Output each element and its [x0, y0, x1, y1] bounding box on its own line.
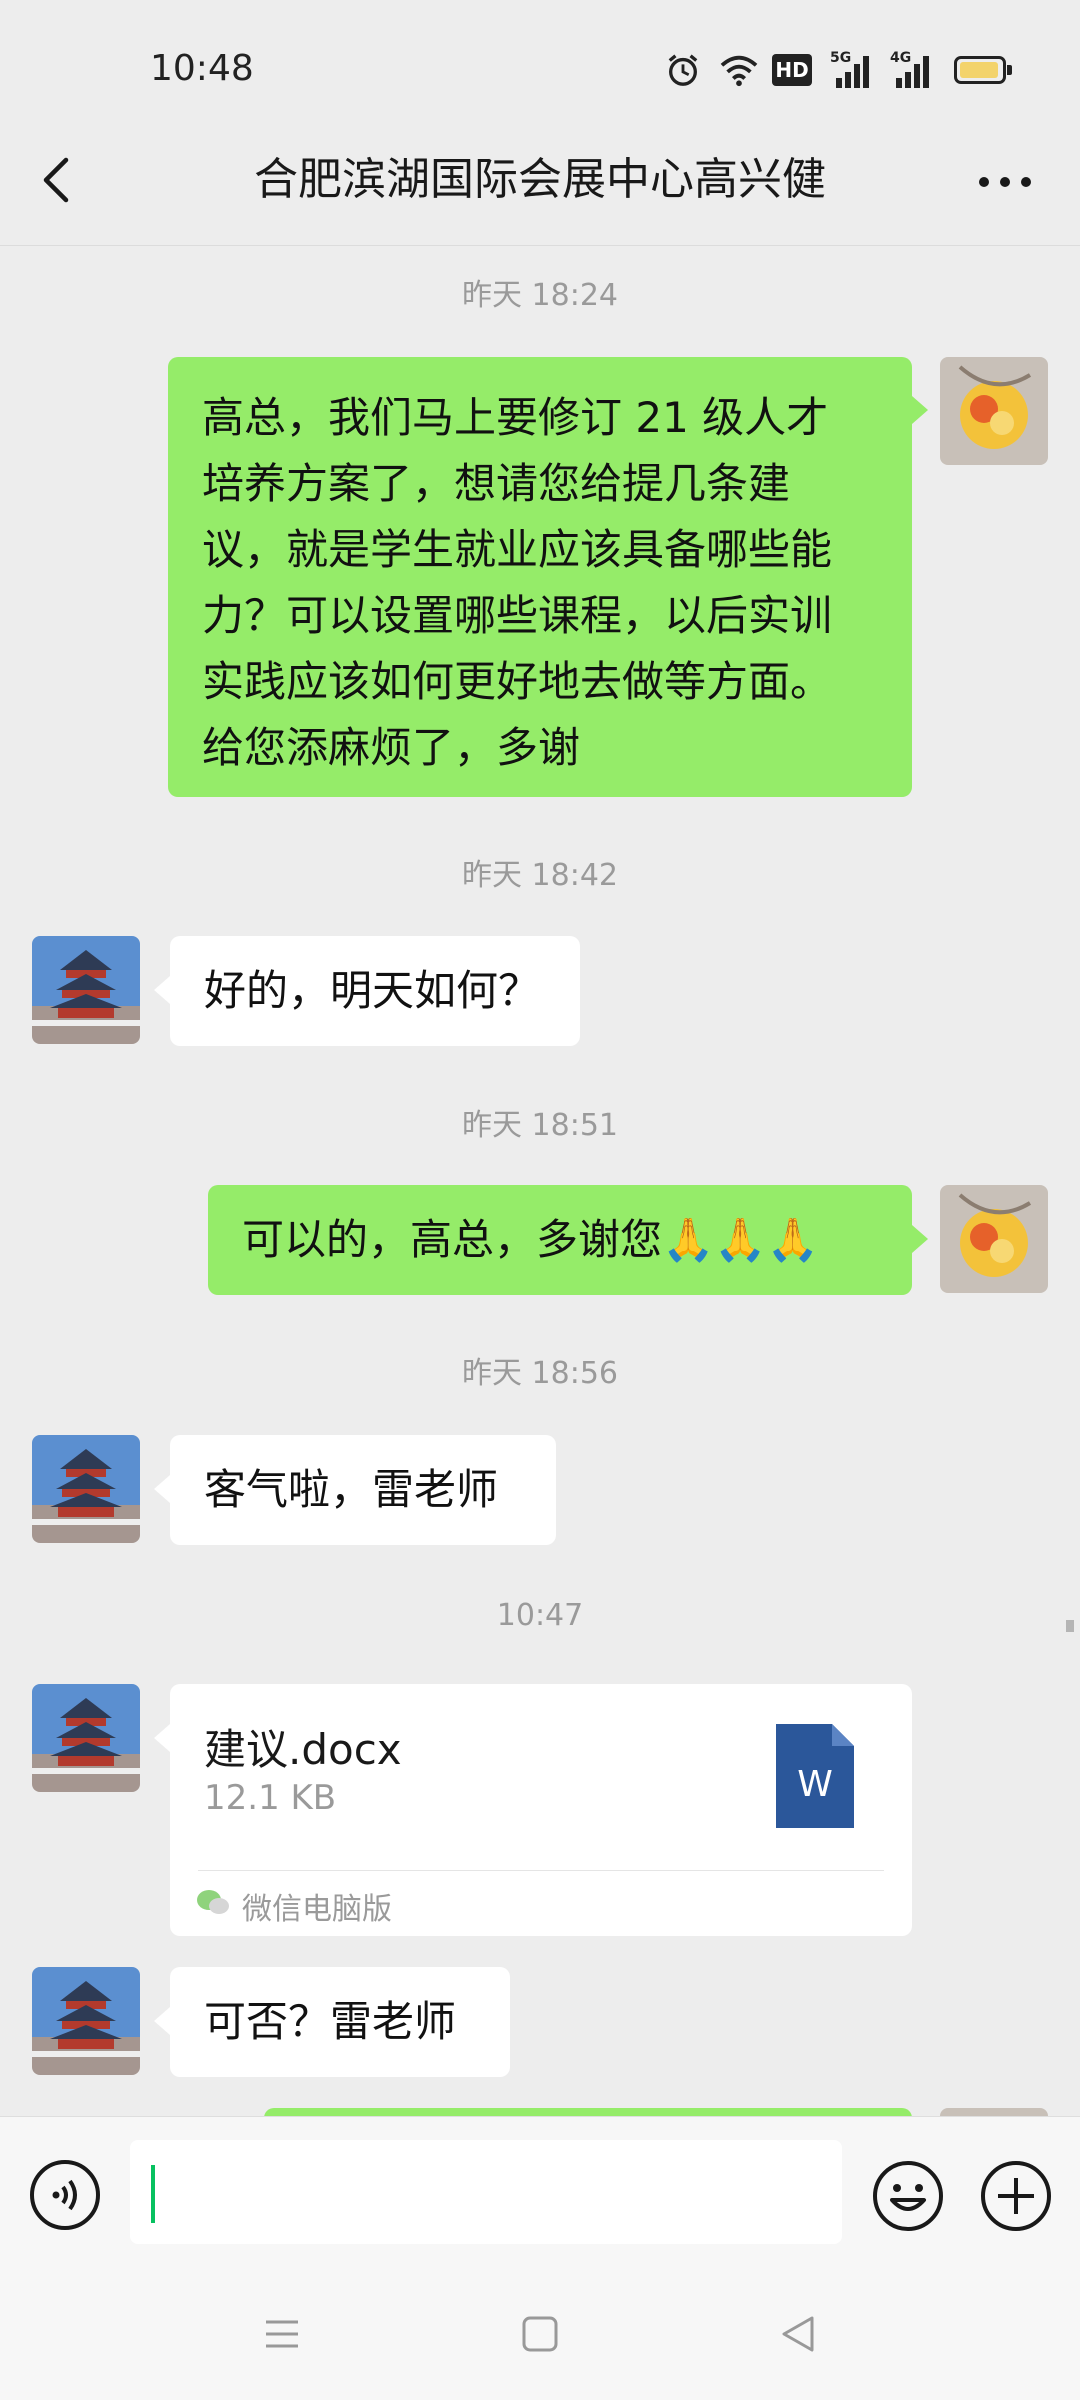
message-line: 客气啦，雷老师: [204, 1465, 499, 1514]
home-icon[interactable]: [520, 2314, 560, 2354]
file-size: 12.1 KB: [204, 1778, 337, 1818]
message-bubble-me[interactable]: 高总，我们马上要修订 21 级人才 培养方案了，想请您给提几条建 议，就是学生就…: [168, 357, 912, 797]
message-input[interactable]: [130, 2140, 842, 2244]
message-bubble-contact[interactable]: 可否？雷老师: [170, 1967, 510, 2077]
message-line: 议，就是学生就业应该具备哪些能: [202, 525, 833, 574]
scrollbar[interactable]: [1066, 1620, 1074, 1632]
wifi-icon: [720, 55, 758, 87]
bubble-tail: [154, 1724, 170, 1752]
avatar-me[interactable]: [940, 1185, 1048, 1293]
bubble-tail: [912, 396, 928, 424]
timestamp: 昨天 18:51: [462, 1108, 618, 1143]
plus-icon[interactable]: [978, 2158, 1054, 2234]
status-bar: 10:48 HD 5G 4G: [0, 0, 1080, 140]
message-line: 高总，我们马上要修订 21 级人才: [202, 393, 829, 442]
emoji-icon[interactable]: [870, 2158, 946, 2234]
file-message-card[interactable]: 建议.docx 12.1 KB W 微信电脑版: [170, 1684, 912, 1936]
menu-icon[interactable]: [262, 2314, 302, 2354]
message-line: 给您添麻烦了，多谢: [202, 723, 581, 772]
timestamp: 昨天 18:24: [462, 278, 618, 313]
back-triangle-icon[interactable]: [778, 2314, 818, 2354]
battery-icon: [954, 56, 1012, 84]
chat-title: 合肥滨湖国际会展中心高兴健: [254, 154, 826, 205]
file-source: 微信电脑版: [242, 1892, 392, 1927]
bubble-tail: [154, 1475, 170, 1503]
4g-signal-icon: 4G: [890, 50, 938, 90]
bubble-tail: [912, 1225, 928, 1253]
word-file-icon: W: [776, 1724, 854, 1828]
voice-icon[interactable]: [28, 2158, 102, 2232]
message-line: 可否？雷老师: [204, 1997, 457, 2046]
avatar-contact[interactable]: [32, 1967, 140, 2075]
hd-icon: HD: [772, 54, 812, 86]
message-line: 实践应该如何更好地去做等方面。: [202, 657, 833, 706]
message-line: 力？可以设置哪些课程，以后实训: [202, 591, 833, 640]
message-bubble-me[interactable]: 可以的，高总，多谢您🙏🙏🙏: [208, 1185, 912, 1295]
file-name: 建议.docx: [204, 1725, 402, 1774]
chevron-left-icon[interactable]: [30, 150, 90, 210]
message-line: 可以的，高总，多谢您🙏🙏🙏: [242, 1215, 819, 1264]
5g-signal-icon: 5G: [830, 50, 878, 90]
timestamp: 10:47: [496, 1598, 584, 1633]
timestamp: 昨天 18:42: [462, 858, 618, 893]
message-line: 培养方案了，想请您给提几条建: [202, 459, 791, 508]
avatar-contact[interactable]: [32, 936, 140, 1044]
message-line: 好的，明天如何？: [204, 966, 541, 1015]
avatar-contact[interactable]: [32, 1684, 140, 1792]
timestamp: 昨天 18:56: [462, 1356, 618, 1391]
status-time: 10:48: [150, 48, 254, 89]
bubble-tail: [154, 976, 170, 1004]
message-bubble-contact[interactable]: 好的，明天如何？: [170, 936, 580, 1046]
more-dots-icon[interactable]: [970, 150, 1040, 210]
avatar-contact[interactable]: [32, 1435, 140, 1543]
bubble-tail: [154, 2007, 170, 2035]
divider: [198, 1870, 884, 1871]
message-bubble-contact[interactable]: 客气啦，雷老师: [170, 1435, 556, 1545]
alarm-icon: [668, 54, 698, 86]
wechat-icon: [197, 1890, 229, 1914]
text-caret: [151, 2165, 155, 2223]
avatar-me[interactable]: [940, 357, 1048, 465]
